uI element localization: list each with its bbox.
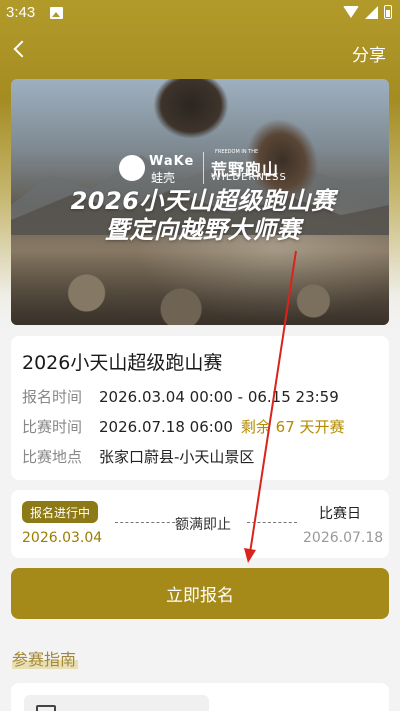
event-banner: WaKe 蛙壳 FREEDOM IN THE 荒野跑山 WILDERNESS 2… (11, 79, 389, 325)
race-time-label: 比赛时间 (22, 418, 83, 436)
status-badge: 报名进行中 (22, 501, 98, 523)
banner-title-line2: 暨定向越野大师赛 (105, 216, 301, 244)
banner-title: 2026小天山超级跑山赛 暨定向越野大师赛 (33, 187, 373, 245)
race-time-row: 比赛时间 2026.07.18 06:00 剩余 67 天开赛 (22, 416, 345, 437)
guide-card (11, 683, 389, 711)
share-button[interactable]: 分享 (352, 41, 386, 66)
battery-icon (384, 5, 392, 19)
status-bar: 3:43 (0, 0, 400, 28)
signup-now-button[interactable]: 立即报名 (11, 568, 389, 619)
status-time: 3:43 (6, 4, 36, 21)
document-icon (36, 705, 56, 711)
registration-timeline: 报名进行中 2026.03.04 额满即止 比赛日 2026.07.18 (11, 490, 389, 558)
event-info-card: 2026小天山超级跑山赛 报名时间 2026.03.04 00:00 - 06.1… (11, 336, 389, 480)
guide-section-title: 参赛指南 (12, 650, 77, 669)
signup-time-row: 报名时间 2026.03.04 00:00 - 06.15 23:59 (22, 386, 339, 407)
location-row: 比赛地点 张家口蔚县-小天山景区 (22, 446, 254, 467)
location-label: 比赛地点 (22, 448, 83, 466)
race-day-label: 比赛日 (319, 506, 361, 522)
back-arrow-icon[interactable] (13, 40, 31, 58)
wake-logo-icon (119, 155, 145, 181)
guide-item[interactable] (24, 695, 209, 711)
signal-icon (365, 5, 378, 19)
countdown-text: 剩余 67 天开赛 (240, 418, 345, 436)
wilderness-logo-tagline: FREEDOM IN THE (215, 149, 259, 155)
timeline-middle-label: 额满即止 (175, 517, 231, 533)
wake-logo-text: WaKe (149, 154, 195, 169)
wifi-icon (343, 6, 359, 18)
start-date: 2026.03.04 (22, 530, 103, 546)
timeline-dash-left (115, 522, 175, 523)
wake-logo-cn: 蛙壳 (151, 171, 176, 185)
banner-title-line1: 2026小天山超级跑山赛 (70, 187, 336, 215)
sponsor-logos: WaKe 蛙壳 FREEDOM IN THE 荒野跑山 WILDERNESS (119, 149, 321, 185)
wilderness-logo: FREEDOM IN THE 荒野跑山 WILDERNESS (211, 149, 321, 184)
race-time-value: 2026.07.18 06:00 (99, 418, 233, 436)
status-indicators (343, 5, 392, 19)
race-date: 2026.07.18 (303, 530, 384, 546)
signup-time-value: 2026.03.04 00:00 - 06.15 23:59 (99, 388, 339, 406)
image-notification-icon (50, 7, 63, 19)
top-nav: 分享 (0, 35, 400, 71)
wilderness-logo-en: WILDERNESS (211, 172, 287, 183)
signup-time-label: 报名时间 (22, 388, 83, 406)
timeline-dash-right (247, 522, 297, 523)
event-title: 2026小天山超级跑山赛 (22, 352, 223, 374)
wake-logo: WaKe 蛙壳 (119, 152, 204, 185)
location-value: 张家口蔚县-小天山景区 (99, 448, 255, 466)
rocky-ground-image (11, 245, 389, 325)
